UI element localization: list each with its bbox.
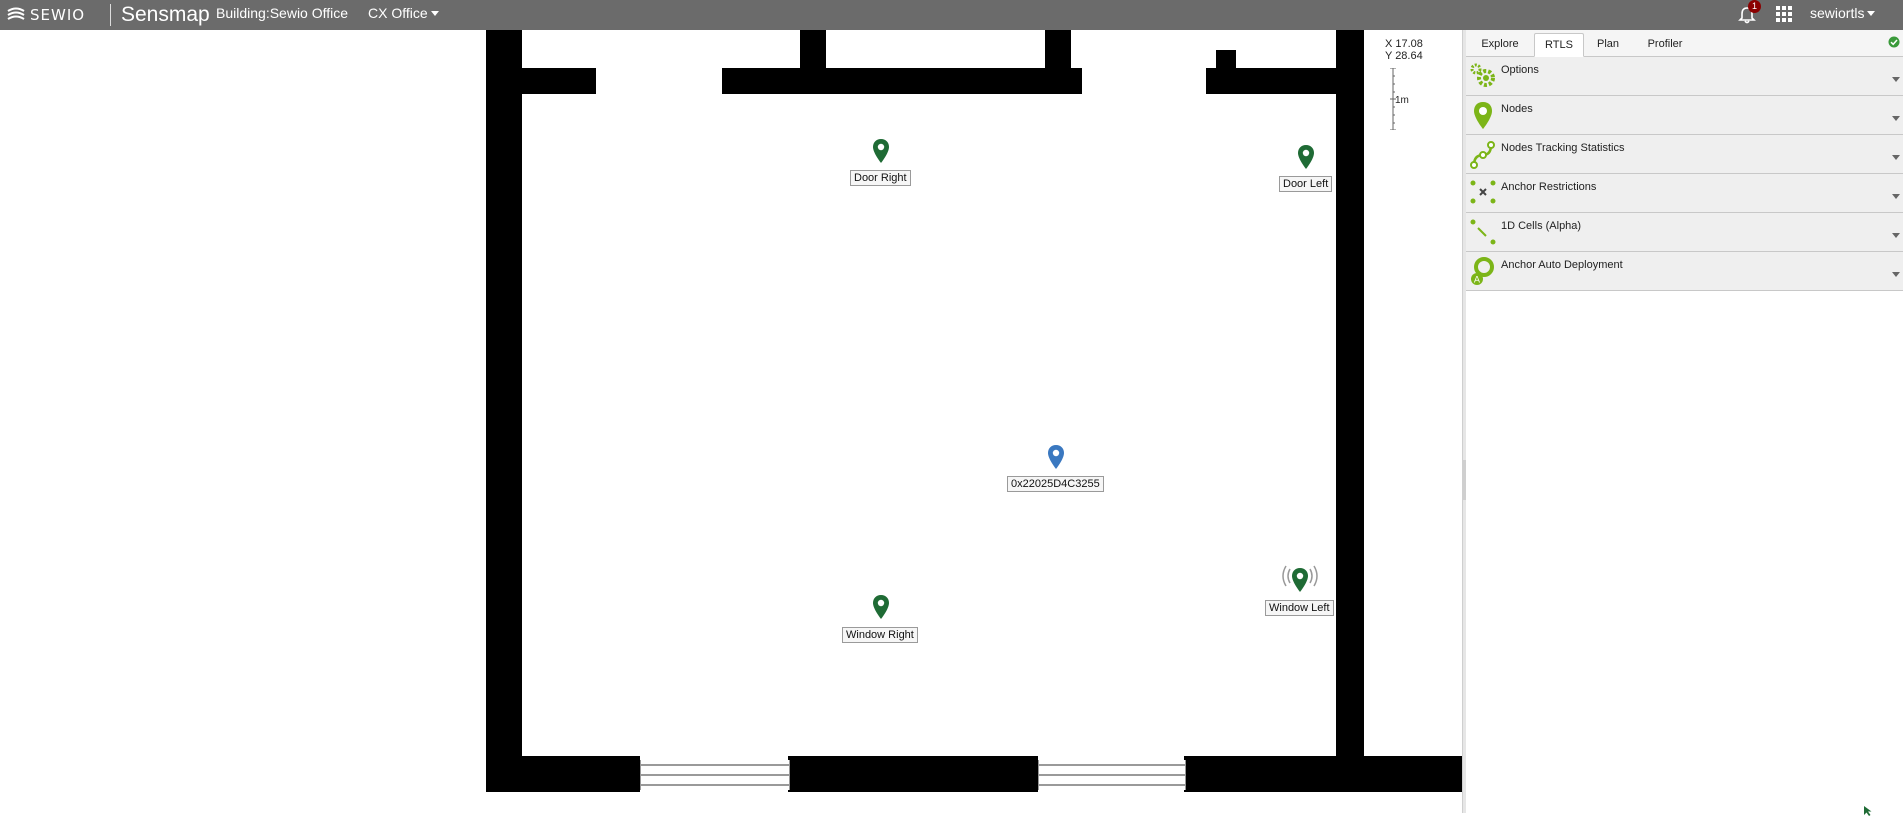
user-menu[interactable]: sewiortls (1810, 0, 1876, 26)
wall-top-middle (722, 68, 1082, 94)
section-nodes[interactable]: Nodes (1466, 96, 1903, 135)
coord-y: Y 28.64 (1385, 50, 1423, 62)
svg-text:A: A (1474, 276, 1481, 286)
coord-x: X 17.08 (1385, 38, 1423, 50)
section-title: Anchor Auto Deployment (1501, 259, 1623, 271)
pin-icon (1474, 102, 1492, 129)
floor-plan-map[interactable]: X 17.08 Y 28.64 1m Door Right Door Left … (0, 30, 1462, 813)
panel-tabs: Explore RTLS Plan Profiler (1466, 30, 1903, 57)
section-title: 1D Cells (Alpha) (1501, 220, 1582, 232)
cursor-coordinates: X 17.08 Y 28.64 (1385, 38, 1423, 62)
wall-top-post-2 (1045, 30, 1071, 70)
section-anchor-restrictions[interactable]: Anchor Restrictions (1466, 174, 1903, 213)
anchor-pin-icon[interactable] (1291, 567, 1309, 593)
tab-explore[interactable]: Explore (1472, 33, 1528, 55)
section-nodes-tracking-statistics[interactable]: Nodes Tracking Statistics (1466, 135, 1903, 174)
mouse-cursor-icon (1864, 806, 1872, 816)
wall-left (486, 30, 522, 792)
tag-pin-icon[interactable] (1047, 444, 1065, 470)
top-navbar: SEWIO Sensmap Building:Sewio Office CX O… (0, 0, 1903, 30)
section-title: Anchor Restrictions (1501, 181, 1597, 193)
gears-icon (1470, 63, 1495, 87)
anchor-restrictions-icon (1470, 180, 1496, 204)
scale-label: 1m (1395, 95, 1409, 106)
floor-dropdown[interactable]: CX Office (368, 0, 439, 26)
caret-down-icon (1867, 11, 1876, 16)
tab-plan[interactable]: Plan (1588, 33, 1628, 55)
wall-bottom-1 (486, 756, 640, 792)
tab-profiler[interactable]: Profiler (1634, 33, 1696, 55)
logo-text: SEWIO (30, 6, 86, 24)
app-title[interactable]: Sensmap (121, 2, 210, 28)
section-title: Options (1501, 64, 1539, 76)
anchor-label-window-right[interactable]: Window Right (842, 627, 918, 643)
wall-top-left (486, 68, 596, 94)
tab-rtls[interactable]: RTLS (1534, 33, 1584, 57)
caret-down-icon (1892, 77, 1900, 82)
section-title: Nodes Tracking Statistics (1501, 142, 1625, 154)
section-title: Nodes (1501, 103, 1533, 115)
anchor-label-door-left[interactable]: Door Left (1279, 176, 1333, 192)
anchor-pin-icon[interactable] (872, 138, 890, 164)
side-panel: Explore RTLS Plan Profiler Options Nodes (1466, 30, 1903, 813)
window-1 (640, 760, 790, 790)
anchor-label-window-left[interactable]: Window Left (1265, 600, 1334, 616)
username: sewiortls (1810, 5, 1865, 21)
cells-icon (1470, 219, 1496, 245)
anchor-label-door-right[interactable]: Door Right (850, 170, 911, 186)
sewio-logo-icon (7, 7, 25, 20)
sewio-logo[interactable]: SEWIO (6, 2, 85, 28)
tag-label[interactable]: 0x22025D4C3255 (1007, 476, 1104, 492)
caret-down-icon (1892, 194, 1900, 199)
path-icon (1470, 141, 1495, 169)
caret-down-icon (1892, 272, 1900, 277)
caret-down-icon (1892, 116, 1900, 121)
brand-divider (110, 4, 111, 26)
notification-badge: 1 (1748, 0, 1761, 13)
building-name: Building:Sewio Office (216, 5, 349, 21)
section-options[interactable]: Options (1466, 57, 1903, 96)
wall-bottom-3 (1184, 756, 1462, 792)
section-1d-cells[interactable]: 1D Cells (Alpha) (1466, 213, 1903, 252)
section-anchor-auto-deployment[interactable]: A Anchor Auto Deployment (1466, 252, 1903, 291)
connection-ok-icon (1888, 36, 1900, 48)
apps-grid-icon[interactable] (1775, 5, 1793, 23)
wall-top-right-post (1216, 50, 1236, 72)
wall-top-post-1 (800, 30, 826, 70)
floor-dropdown-label: CX Office (368, 5, 428, 21)
anchor-pin-icon[interactable] (1297, 144, 1315, 170)
wall-bottom-2 (788, 756, 1038, 792)
wall-right (1336, 30, 1364, 760)
anchor-pin-icon[interactable] (872, 594, 890, 620)
auto-deploy-icon: A (1471, 257, 1494, 286)
caret-down-icon (1892, 155, 1900, 160)
window-2 (1038, 760, 1186, 790)
caret-down-icon (430, 11, 439, 16)
caret-down-icon (1892, 233, 1900, 238)
